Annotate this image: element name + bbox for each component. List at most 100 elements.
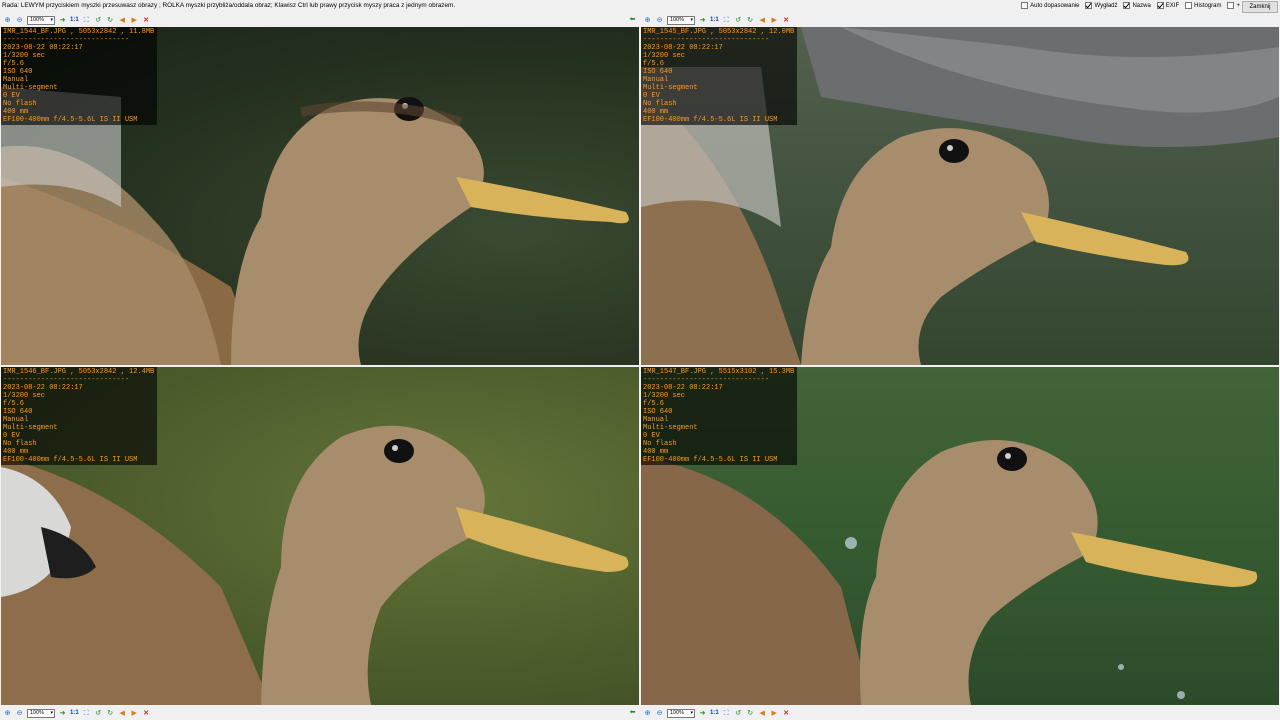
zoom-value: 100%	[30, 17, 45, 23]
rotate-left-icon[interactable]: ↺	[94, 709, 103, 718]
zoom-select[interactable]: 100% ▾	[27, 15, 55, 25]
fit-icon[interactable]: ⛶	[82, 16, 91, 25]
checkbox-name[interactable]	[1123, 2, 1131, 9]
zoom-out-icon[interactable]: ⊖	[655, 709, 664, 718]
zoom-out-icon[interactable]: ⊖	[15, 16, 24, 25]
exif-focal: 400 mm	[643, 108, 669, 116]
rotate-right-icon[interactable]: ↻	[746, 16, 755, 25]
zoom-value: 100%	[670, 17, 685, 23]
prev-image-icon[interactable]: ◀	[758, 16, 767, 25]
image-panel-2[interactable]: IMR_1545_BF.JPG , 5053x2842 , 12.0MB ---…	[641, 27, 1279, 365]
prev-image-icon[interactable]: ◀	[118, 709, 127, 718]
chevron-down-icon: ▾	[690, 709, 693, 716]
exif-ev: 0 EV	[643, 432, 660, 440]
zoom-in-icon[interactable]: ⊕	[3, 16, 12, 25]
ratio-button[interactable]: 1:1	[710, 17, 719, 23]
next-arrow-icon[interactable]: ➜	[58, 709, 67, 718]
zoom-select[interactable]: 100% ▾	[27, 708, 55, 718]
exif-overlay: IMR_1544_BF.JPG , 5053x2842 , 11.8MB ---…	[1, 27, 157, 125]
close-icon[interactable]: ✕	[142, 709, 151, 718]
option-name[interactable]: Nazwa	[1123, 2, 1151, 9]
exif-ev: 0 EV	[3, 432, 20, 440]
exif-iso: ISO 640	[3, 408, 33, 416]
option-smooth[interactable]: Wygładź	[1085, 2, 1117, 9]
exif-metering: Multi-segment	[3, 84, 58, 92]
checkbox-plus[interactable]	[1227, 2, 1235, 9]
exif-filename: IMR_1545_BF.JPG , 5053x2842 , 12.0MB	[643, 28, 795, 36]
exif-iso: ISO 640	[3, 68, 33, 76]
image-panel-4[interactable]: IMR_1547_BF.JPG , 5515x3102 , 15.3MB ---…	[641, 367, 1279, 705]
option-plus[interactable]: +	[1227, 2, 1240, 9]
exif-separator: ------------------------------	[643, 36, 770, 44]
exif-overlay: IMR_1546_BF.JPG , 5053x2842 , 12.4MB ---…	[1, 367, 157, 465]
exif-separator: ------------------------------	[643, 376, 770, 384]
exif-filename: IMR_1544_BF.JPG , 5053x2842 , 11.8MB	[3, 28, 155, 36]
option-histogram[interactable]: Histogram	[1185, 2, 1221, 9]
exif-aperture: f/5.6	[643, 60, 665, 68]
next-image-icon[interactable]: ▶	[770, 16, 779, 25]
exif-separator: ------------------------------	[3, 376, 130, 384]
exif-overlay: IMR_1547_BF.JPG , 5515x3102 , 15.3MB ---…	[641, 367, 797, 465]
next-arrow-icon[interactable]: ➜	[58, 16, 67, 25]
option-label: +	[1236, 2, 1240, 9]
exif-iso: ISO 640	[643, 408, 673, 416]
rotate-left-icon[interactable]: ↺	[734, 16, 743, 25]
rotate-right-icon[interactable]: ↻	[106, 709, 115, 718]
close-icon[interactable]: ✕	[782, 16, 791, 25]
close-icon[interactable]: ✕	[142, 16, 151, 25]
image-panel-1[interactable]: IMR_1544_BF.JPG , 5053x2842 , 11.8MB ---…	[1, 27, 639, 365]
checkbox-histogram[interactable]	[1185, 2, 1193, 9]
exif-metering: Multi-segment	[643, 84, 698, 92]
option-label: Nazwa	[1132, 2, 1151, 9]
ratio-button[interactable]: 1:1	[70, 17, 79, 23]
checkbox-smooth[interactable]	[1085, 2, 1093, 9]
option-auto-fit[interactable]: Auto dopasowanie	[1021, 2, 1079, 9]
back-arrow-icon[interactable]: ⬅	[628, 15, 637, 24]
toolbar-top-right: ⊕ ⊖ 100% ▾ ➜ 1:1 ⛶ ↺ ↻ ◀ ▶ ✕	[643, 14, 791, 26]
exif-focal: 400 mm	[643, 448, 669, 456]
zoom-in-icon[interactable]: ⊕	[643, 709, 652, 718]
next-image-icon[interactable]: ▶	[770, 709, 779, 718]
exif-date: 2023-08-22 08:22:17	[643, 384, 723, 392]
prev-image-icon[interactable]: ◀	[118, 16, 127, 25]
zoom-select[interactable]: 100% ▾	[667, 708, 695, 718]
next-image-icon[interactable]: ▶	[130, 709, 139, 718]
option-label: Histogram	[1194, 2, 1222, 9]
next-arrow-icon[interactable]: ➜	[698, 709, 707, 718]
rotate-left-icon[interactable]: ↺	[734, 709, 743, 718]
exif-iso: ISO 640	[643, 68, 673, 76]
zoom-in-icon[interactable]: ⊕	[643, 16, 652, 25]
checkbox-auto-fit[interactable]	[1021, 2, 1029, 9]
rotate-right-icon[interactable]: ↻	[746, 709, 755, 718]
exif-lens: EF100-400mm f/4.5-5.6L IS II USM	[643, 116, 778, 124]
back-arrow-icon[interactable]: ⬅	[628, 708, 637, 717]
exif-focal: 400 mm	[3, 448, 29, 456]
zoom-out-icon[interactable]: ⊖	[15, 709, 24, 718]
next-arrow-icon[interactable]: ➜	[698, 16, 707, 25]
ratio-button[interactable]: 1:1	[70, 710, 79, 716]
next-image-icon[interactable]: ▶	[130, 16, 139, 25]
exif-date: 2023-08-22 08:22:17	[3, 44, 83, 52]
exif-shutter: 1/3200 sec	[3, 52, 46, 60]
exif-separator: ------------------------------	[3, 36, 130, 44]
prev-image-icon[interactable]: ◀	[758, 709, 767, 718]
close-icon[interactable]: ✕	[782, 709, 791, 718]
zoom-out-icon[interactable]: ⊖	[655, 16, 664, 25]
exif-ev: 0 EV	[643, 92, 660, 100]
rotate-right-icon[interactable]: ↻	[106, 16, 115, 25]
option-exif[interactable]: EXIF	[1156, 2, 1179, 9]
zoom-select[interactable]: 100% ▾	[667, 15, 695, 25]
rotate-left-icon[interactable]: ↺	[94, 16, 103, 25]
exif-filename: IMR_1546_BF.JPG , 5053x2842 , 12.4MB	[3, 368, 155, 376]
fit-icon[interactable]: ⛶	[722, 709, 731, 718]
chevron-down-icon: ▾	[50, 709, 53, 716]
checkbox-exif[interactable]	[1156, 2, 1164, 9]
ratio-button[interactable]: 1:1	[710, 710, 719, 716]
image-panel-3[interactable]: IMR_1546_BF.JPG , 5053x2842 , 12.4MB ---…	[1, 367, 639, 705]
close-button[interactable]: Zamknij	[1242, 1, 1278, 13]
exif-focal: 400 mm	[3, 108, 29, 116]
chevron-down-icon: ▾	[690, 16, 693, 23]
fit-icon[interactable]: ⛶	[82, 709, 91, 718]
zoom-in-icon[interactable]: ⊕	[3, 709, 12, 718]
fit-icon[interactable]: ⛶	[722, 16, 731, 25]
